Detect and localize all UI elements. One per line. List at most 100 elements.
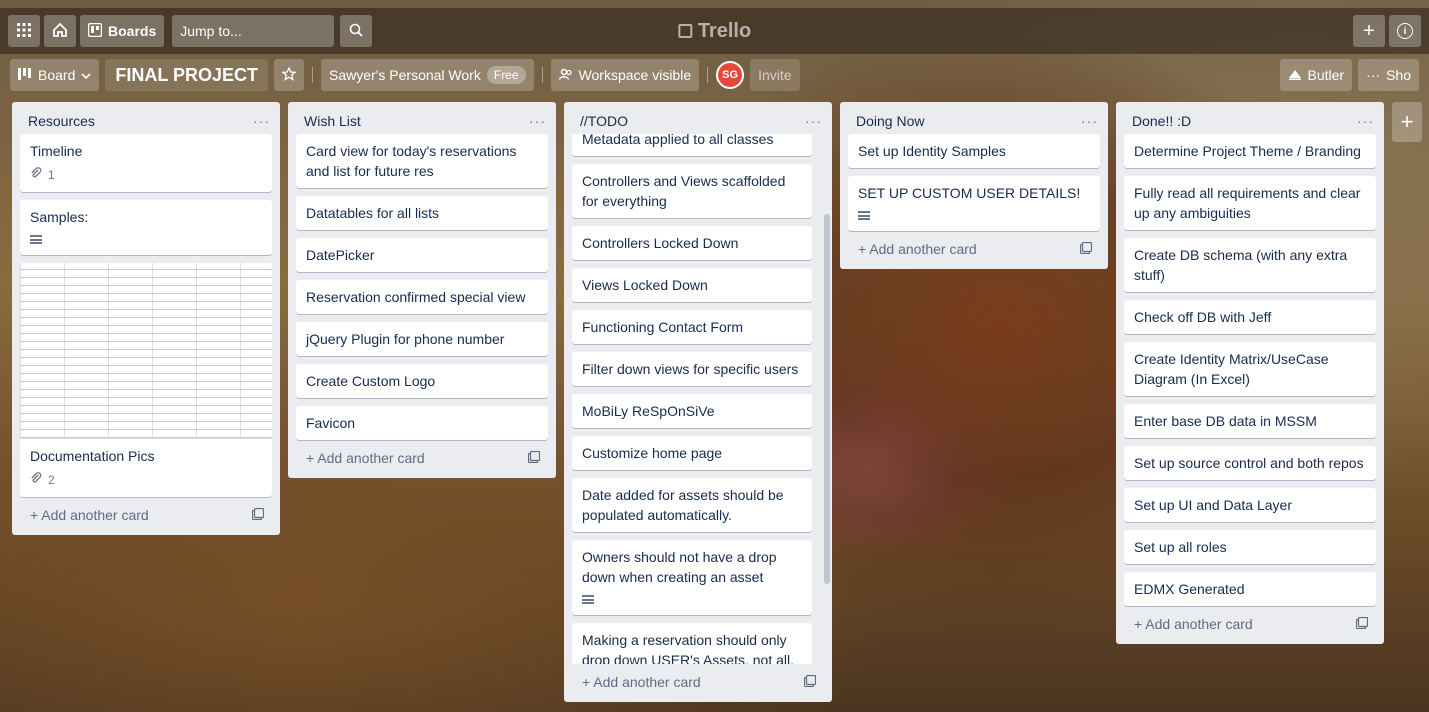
list-title[interactable]: Resources — [28, 113, 95, 129]
attachment-count: 1 — [48, 168, 55, 182]
card-title: Create Identity Matrix/UseCase Diagram (… — [1134, 351, 1329, 387]
list-header[interactable]: Resources ··· — [12, 102, 280, 134]
invite-label: Invite — [758, 67, 792, 83]
card-title: Date added for assets should be populate… — [582, 487, 784, 523]
create-button[interactable]: + — [1353, 15, 1385, 47]
jump-to-search-input[interactable]: Jump to... — [172, 15, 335, 47]
card[interactable]: Create Identity Matrix/UseCase Diagram (… — [1124, 342, 1376, 396]
card-title: Owners should not have a drop down when … — [582, 549, 777, 585]
board-view-switcher[interactable]: Board — [10, 59, 100, 91]
card-title: DatePicker — [306, 247, 375, 263]
card-title: Metadata applied to all classes — [582, 134, 774, 147]
card[interactable]: Fully read all requirements and clear up… — [1124, 176, 1376, 230]
card-title: jQuery Plugin for phone number — [306, 331, 505, 347]
list-cards-scroll-area[interactable]: Metadata applied to all classes Controll… — [564, 134, 832, 664]
card[interactable]: Determine Project Theme / Branding — [1124, 134, 1376, 168]
card-title: Filter down views for specific users — [582, 361, 799, 377]
card-template-icon[interactable] — [527, 450, 541, 466]
card[interactable]: Enter base DB data in MSSM — [1124, 404, 1376, 438]
add-card-button[interactable]: + Add another card — [288, 440, 556, 478]
info-icon-glyph: i — [1403, 25, 1407, 37]
card[interactable]: Check off DB with Jeff — [1124, 300, 1376, 334]
add-card-button[interactable]: + Add another card — [12, 497, 280, 535]
card[interactable]: Owners should not have a drop down when … — [572, 540, 812, 615]
card-template-icon[interactable] — [803, 674, 817, 690]
list-title[interactable]: //TODO — [580, 113, 628, 129]
card[interactable]: SET UP CUSTOM USER DETAILS! — [848, 176, 1100, 231]
card[interactable]: Views Locked Down — [572, 268, 812, 302]
card[interactable]: Datatables for all lists — [296, 196, 548, 230]
card[interactable]: Samples: — [20, 200, 272, 255]
butler-button[interactable]: Butler — [1279, 59, 1353, 91]
card[interactable]: Controllers Locked Down — [572, 226, 812, 260]
list-header[interactable]: Done!! :D ··· — [1116, 102, 1384, 134]
card[interactable]: Set up source control and both repos — [1124, 446, 1376, 480]
add-card-label: + Add another card — [306, 450, 425, 466]
add-card-label: + Add another card — [582, 674, 701, 690]
card[interactable]: DatePicker — [296, 238, 548, 272]
invite-button[interactable]: Invite — [750, 59, 800, 91]
list-header[interactable]: //TODO ··· — [564, 102, 832, 134]
card[interactable]: Set up UI and Data Layer — [1124, 488, 1376, 522]
add-card-button[interactable]: + Add another card — [1116, 606, 1384, 644]
card[interactable]: Customize home page — [572, 436, 812, 470]
list-title[interactable]: Doing Now — [856, 113, 924, 129]
workspace-button[interactable]: Sawyer's Personal Work Free — [321, 59, 534, 91]
card[interactable]: Functioning Contact Form — [572, 310, 812, 344]
card[interactable]: Filter down views for specific users — [572, 352, 812, 386]
apps-grid-button[interactable] — [8, 15, 40, 47]
info-button[interactable]: i — [1389, 15, 1421, 47]
add-card-button[interactable]: + Add another card — [564, 664, 832, 702]
list-menu-icon[interactable]: ··· — [1081, 113, 1098, 129]
add-card-button[interactable]: + Add another card — [840, 231, 1108, 269]
card-template-icon[interactable] — [1079, 241, 1093, 257]
home-button[interactable] — [44, 15, 76, 47]
list-menu-icon[interactable]: ··· — [529, 113, 546, 129]
list-title[interactable]: Done!! :D — [1132, 113, 1191, 129]
card[interactable]: Timeline 1 — [20, 134, 272, 192]
boards-button[interactable]: Boards — [80, 15, 165, 47]
search-button[interactable] — [340, 15, 373, 47]
member-avatar[interactable]: SG — [716, 61, 745, 89]
card-title: SET UP CUSTOM USER DETAILS! — [858, 185, 1081, 201]
attachment-icon — [30, 470, 42, 490]
star-board-button[interactable] — [274, 59, 305, 91]
list-menu-icon[interactable]: ··· — [1357, 113, 1374, 129]
card[interactable]: Card view for today's reservations and l… — [296, 134, 548, 188]
card[interactable]: Set up Identity Samples — [848, 134, 1100, 168]
card[interactable]: Metadata applied to all classes — [572, 134, 812, 156]
card[interactable]: Making a reservation should only drop do… — [572, 623, 812, 664]
list-header[interactable]: Doing Now ··· — [840, 102, 1108, 134]
board-lists: Resources ··· Timeline 1 Samples: Docume… — [12, 102, 1429, 710]
card[interactable]: Create DB schema (with any extra stuff) — [1124, 238, 1376, 292]
card[interactable]: Create Custom Logo — [296, 364, 548, 398]
card-title: Create Custom Logo — [306, 373, 436, 389]
card-template-icon[interactable] — [1355, 616, 1369, 632]
list-menu-icon[interactable]: ··· — [253, 113, 270, 129]
show-menu-button[interactable]: ··· Sho — [1358, 59, 1419, 91]
list-header[interactable]: Wish List ··· — [288, 102, 556, 134]
visibility-button[interactable]: Workspace visible — [550, 59, 700, 91]
card[interactable]: Date added for assets should be populate… — [572, 478, 812, 532]
list-menu-icon[interactable]: ··· — [805, 113, 822, 129]
card-title: Functioning Contact Form — [582, 319, 744, 335]
add-list-button[interactable]: + — [1392, 102, 1422, 142]
more-icon: ··· — [1366, 67, 1381, 83]
card[interactable]: jQuery Plugin for phone number — [296, 322, 548, 356]
workspace-visible-icon — [558, 67, 573, 83]
list-wish-list: Wish List ··· Card view for today's rese… — [288, 102, 556, 478]
list-title[interactable]: Wish List — [304, 113, 361, 129]
card[interactable]: Favicon — [296, 406, 548, 440]
board-title[interactable]: FINAL PROJECT — [105, 59, 269, 91]
description-icon — [582, 595, 594, 604]
card[interactable]: Set up all roles — [1124, 530, 1376, 564]
card-template-icon[interactable] — [251, 507, 265, 523]
card[interactable]: Documentation Pics 2 — [20, 263, 272, 497]
list-scrollbar[interactable] — [824, 214, 830, 584]
card[interactable]: EDMX Generated — [1124, 572, 1376, 606]
card[interactable]: MoBiLy ReSpOnSiVe — [572, 394, 812, 428]
card[interactable]: Controllers and Views scaffolded for eve… — [572, 164, 812, 218]
card-title: Reservation confirmed special view — [306, 289, 526, 305]
trello-logo[interactable]: Trello — [677, 20, 751, 43]
card[interactable]: Reservation confirmed special view — [296, 280, 548, 314]
